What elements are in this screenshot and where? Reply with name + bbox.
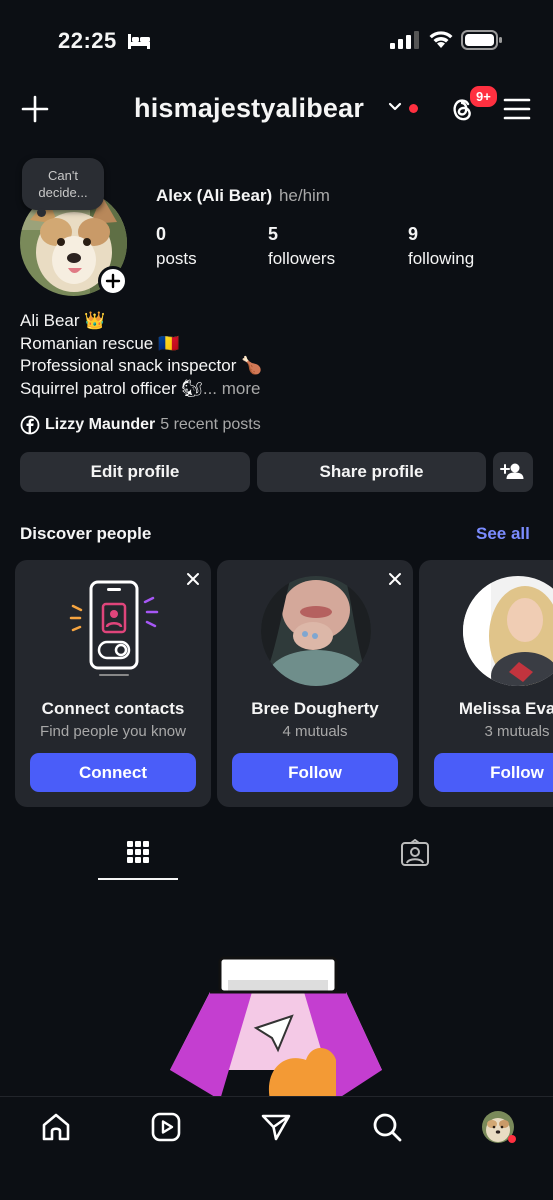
card-subtitle: 4 mutuals xyxy=(282,723,348,740)
edit-profile-button[interactable]: Edit profile xyxy=(20,452,250,492)
account-notification-dot xyxy=(409,104,418,113)
reels-icon[interactable] xyxy=(150,1111,182,1143)
close-icon[interactable] xyxy=(186,572,200,586)
add-person-icon xyxy=(500,463,524,479)
menu-icon[interactable] xyxy=(502,96,532,122)
profile-note-bubble[interactable]: Can't decide... xyxy=(22,158,104,210)
follow-button[interactable]: Follow xyxy=(434,753,553,792)
stat-posts-value: 0 xyxy=(156,224,167,244)
stat-followers-label: followers xyxy=(268,249,336,268)
suggested-user-avatar[interactable] xyxy=(463,576,553,686)
display-name: Alex (Ali Bear) he/him xyxy=(156,186,330,206)
empty-posts-illustration xyxy=(160,950,390,1096)
card-subtitle: 3 mutuals xyxy=(484,723,550,740)
bottom-navigation xyxy=(0,1096,553,1200)
status-bar: 22:25 xyxy=(0,0,553,80)
suggested-user-avatar[interactable] xyxy=(261,576,371,686)
bio-line: Romanian rescue 🇷🇴 xyxy=(20,333,180,353)
suggestion-card: Melissa Evans 3 mutuals Follow xyxy=(419,560,553,807)
follow-button[interactable]: Follow xyxy=(232,753,398,792)
add-story-button[interactable] xyxy=(98,266,128,296)
user-photo xyxy=(261,576,371,686)
profile-content-tabs xyxy=(0,830,553,882)
card-title[interactable]: Bree Dougherty xyxy=(217,699,413,719)
pronouns: he/him xyxy=(278,186,330,205)
close-icon[interactable] xyxy=(388,572,402,586)
stat-following-label: following xyxy=(408,249,475,268)
stat-following[interactable]: 9 following xyxy=(408,224,474,269)
search-icon[interactable] xyxy=(371,1111,403,1143)
bio-line: Ali Bear 👑 xyxy=(20,311,106,330)
create-plus-icon[interactable] xyxy=(20,94,50,124)
note-bubble-tail xyxy=(37,208,46,217)
stat-posts-label: posts xyxy=(156,249,197,268)
bio-line: Squirrel patrol officer 🐿 xyxy=(20,378,203,398)
linked-account-sub: 5 recent posts xyxy=(160,416,261,433)
active-tab-indicator xyxy=(98,878,178,880)
bio-line: Professional snack inspector 🍗 xyxy=(20,356,263,375)
wifi-icon xyxy=(429,31,453,48)
sleep-focus-icon xyxy=(128,34,150,49)
note-line-2: decide... xyxy=(38,185,88,200)
discover-carousel[interactable]: Connect contacts Find people you know Co… xyxy=(15,560,553,807)
stat-followers-value: 5 xyxy=(268,224,279,244)
discover-people-title: Discover people xyxy=(20,524,152,543)
battery-icon xyxy=(461,30,502,50)
connect-button[interactable]: Connect xyxy=(30,753,196,792)
discover-people-button[interactable] xyxy=(493,452,533,492)
status-time: 22:25 xyxy=(58,28,117,53)
plus-icon xyxy=(105,273,121,289)
facebook-icon xyxy=(20,415,40,435)
contacts-phone-icon xyxy=(69,580,159,676)
tagged-person-icon xyxy=(401,839,429,866)
linked-account-name: Lizzy Maunder xyxy=(45,416,156,433)
note-line-1: Can't xyxy=(48,168,78,183)
threads-badge: 9+ xyxy=(468,84,499,109)
tab-posts-grid[interactable] xyxy=(98,830,178,880)
card-title: Connect contacts xyxy=(41,699,185,718)
user-photo xyxy=(463,576,553,686)
profile-bio: Ali Bear 👑 Romanian rescue 🇷🇴 Profession… xyxy=(20,310,262,400)
grid-icon xyxy=(127,841,149,863)
bio-more-link[interactable]: ... more xyxy=(203,379,261,398)
stat-following-value: 9 xyxy=(408,224,419,244)
tab-tagged[interactable] xyxy=(385,830,445,880)
direct-messages-icon[interactable] xyxy=(260,1111,292,1143)
username-title[interactable]: hismajestyalibear xyxy=(134,93,364,124)
card-subtitle: Find people you know xyxy=(40,723,186,740)
suggestion-card: Connect contacts Find people you know Co… xyxy=(15,560,211,807)
stat-followers[interactable]: 5 followers xyxy=(268,224,335,269)
chevron-down-icon[interactable] xyxy=(388,102,402,112)
card-title[interactable]: Melissa Evans xyxy=(419,699,553,719)
profile-notification-dot xyxy=(508,1135,516,1143)
see-all-link[interactable]: See all xyxy=(476,524,530,544)
stat-posts: 0 posts xyxy=(156,224,197,269)
home-icon[interactable] xyxy=(40,1111,72,1143)
display-name-text: Alex (Ali Bear) xyxy=(156,186,273,205)
suggestion-card: Bree Dougherty 4 mutuals Follow xyxy=(217,560,413,807)
cellular-signal-icon xyxy=(390,31,419,49)
profile-header: hismajestyalibear 9+ xyxy=(0,84,553,132)
share-profile-button[interactable]: Share profile xyxy=(257,452,486,492)
linked-facebook-account[interactable]: Lizzy Maunder 5 recent posts xyxy=(20,415,261,435)
